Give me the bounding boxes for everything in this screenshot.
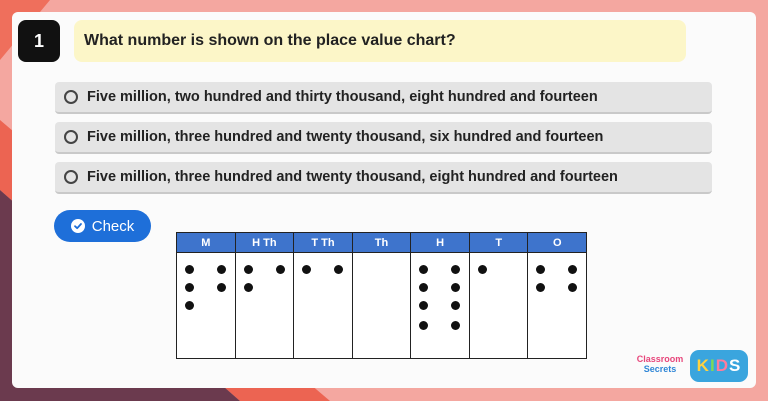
place-value-header: O bbox=[528, 233, 587, 253]
counter-dot bbox=[243, 265, 253, 274]
place-value-column: H Th bbox=[234, 233, 294, 358]
answer-option-label: Five million, two hundred and thirty tho… bbox=[87, 89, 598, 105]
counter-dot bbox=[451, 265, 461, 274]
place-value-cell bbox=[411, 253, 469, 358]
answer-option-label: Five million, three hundred and twenty t… bbox=[87, 129, 604, 145]
counter-dot bbox=[536, 265, 546, 274]
counter-dot bbox=[185, 283, 194, 292]
counter-dot bbox=[568, 283, 578, 292]
answer-option-1[interactable]: Five million, two hundred and thirty tho… bbox=[55, 82, 712, 114]
place-value-header: T bbox=[469, 233, 528, 253]
counter-dot bbox=[217, 265, 226, 274]
place-value-column: O bbox=[527, 233, 587, 358]
counter-dot bbox=[419, 283, 429, 292]
radio-button[interactable] bbox=[64, 130, 78, 144]
place-value-header: M bbox=[177, 233, 235, 253]
check-button[interactable]: Check bbox=[54, 210, 151, 242]
place-value-header: Th bbox=[352, 233, 411, 253]
kids-logo: K I D S bbox=[690, 350, 748, 382]
counter-dot bbox=[477, 265, 487, 274]
counter-dot bbox=[451, 321, 461, 330]
place-value-cell bbox=[469, 253, 528, 358]
place-value-cell bbox=[294, 253, 352, 358]
place-value-cell bbox=[235, 253, 294, 358]
question-text: What number is shown on the place value … bbox=[74, 20, 686, 62]
counter-dot bbox=[568, 265, 578, 274]
counter-dot bbox=[217, 283, 226, 292]
check-button-label: Check bbox=[91, 217, 135, 235]
place-value-column: T Th bbox=[293, 233, 352, 358]
counter-dot bbox=[419, 265, 429, 274]
place-value-column: M bbox=[177, 233, 235, 358]
place-value-cell bbox=[528, 253, 587, 358]
counter-dot bbox=[243, 283, 253, 292]
classroom-secrets-logo: Classroom Secrets bbox=[636, 354, 684, 374]
counter-dot bbox=[185, 265, 194, 274]
answer-option-label: Five million, three hundred and twenty t… bbox=[87, 169, 618, 185]
radio-button[interactable] bbox=[64, 170, 78, 184]
question-number: 1 bbox=[18, 20, 60, 62]
answer-option-3[interactable]: Five million, three hundred and twenty t… bbox=[55, 162, 712, 194]
counter-dot bbox=[536, 283, 546, 292]
counter-dot bbox=[451, 283, 461, 292]
radio-button[interactable] bbox=[64, 90, 78, 104]
place-value-chart: MH Th T Th Th H T O bbox=[176, 232, 587, 359]
counter-dot bbox=[302, 265, 312, 274]
counter-dot bbox=[185, 301, 194, 310]
place-value-cell bbox=[177, 253, 235, 358]
counter-dot bbox=[275, 265, 285, 274]
place-value-column: T bbox=[468, 233, 528, 358]
place-value-header: H bbox=[411, 233, 469, 253]
counter-dot bbox=[334, 265, 344, 274]
place-value-column: H bbox=[410, 233, 469, 358]
counter-dot bbox=[451, 301, 461, 310]
place-value-header: T Th bbox=[294, 233, 352, 253]
place-value-header: H Th bbox=[235, 233, 294, 253]
counter-dot bbox=[419, 321, 429, 330]
check-circle-icon bbox=[70, 219, 85, 233]
place-value-cell bbox=[352, 253, 411, 358]
counter-dot bbox=[419, 301, 429, 310]
answer-option-2[interactable]: Five million, three hundred and twenty t… bbox=[55, 122, 712, 154]
place-value-column: Th bbox=[351, 233, 411, 358]
